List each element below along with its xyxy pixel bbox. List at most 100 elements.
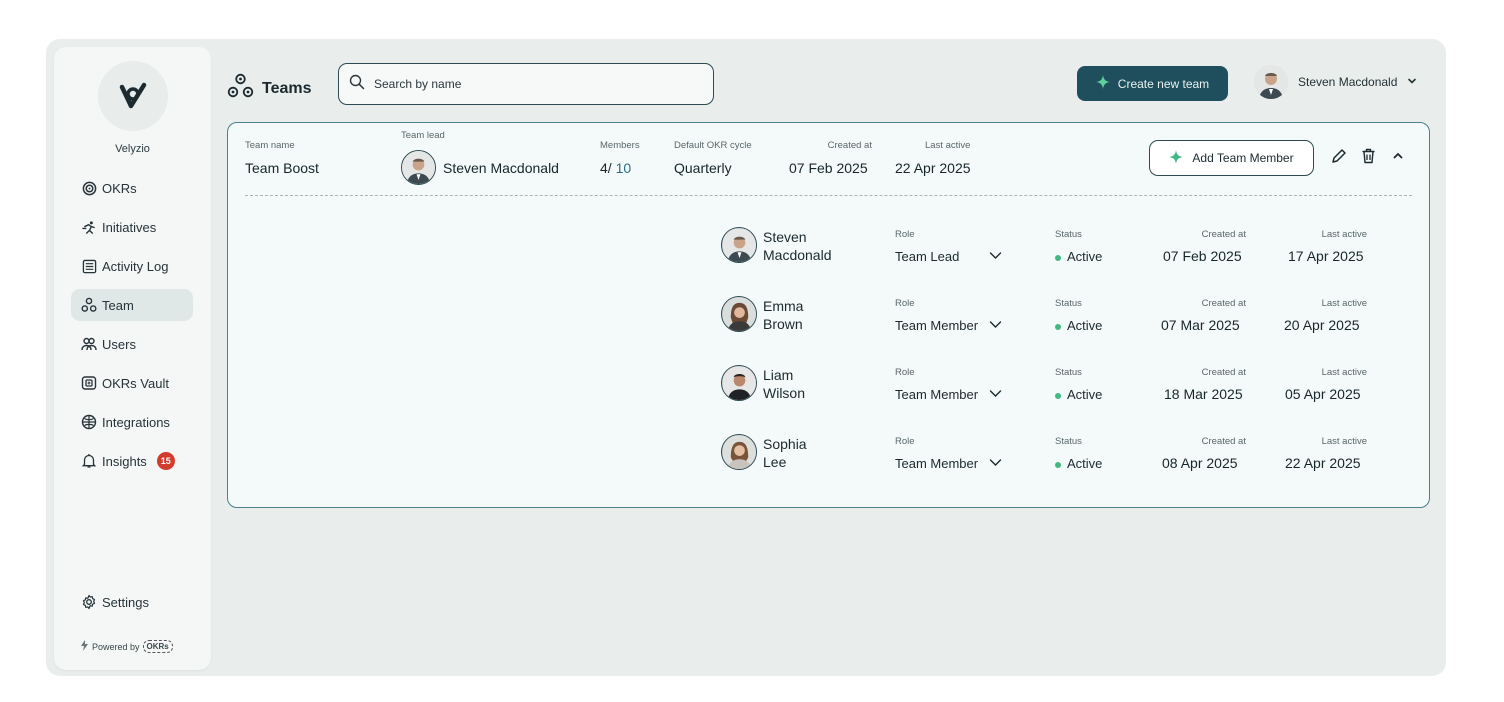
created-at-label: Created at — [1201, 367, 1246, 378]
bolt-icon — [80, 640, 89, 653]
sidebar-item-team[interactable]: Team — [71, 289, 193, 321]
sidebar-item-settings[interactable]: Settings — [71, 586, 193, 618]
member-first-name: Sophia — [763, 436, 807, 452]
member-last-active: 20 Apr 2025 — [1284, 317, 1360, 333]
target-icon — [81, 180, 97, 196]
team-card: Team name Team Boost Team lead Steven Ma… — [227, 122, 1430, 508]
role-label: Role — [895, 436, 915, 447]
edit-team-button[interactable] — [1329, 148, 1349, 168]
status-badge: Active — [1055, 387, 1102, 402]
members-count: 4/ 10 — [600, 160, 631, 176]
gear-icon — [81, 594, 97, 610]
chevron-down-icon — [989, 321, 1002, 328]
delete-team-button[interactable] — [1358, 148, 1378, 168]
last-active-label: Last active — [1321, 367, 1367, 378]
member-created-at: 07 Feb 2025 — [1163, 248, 1242, 264]
avatar — [721, 434, 757, 470]
sparkle-icon — [1169, 149, 1184, 167]
pencil-icon — [1331, 148, 1347, 169]
sidebar-item-okrs[interactable]: OKRs — [71, 172, 193, 204]
member-name: Liam Wilson — [763, 366, 873, 402]
create-new-team-button[interactable]: Create new team — [1077, 66, 1228, 101]
okr-cycle: Quarterly — [674, 160, 732, 176]
search-icon — [349, 74, 365, 95]
sidebar-item-label: Users — [102, 336, 136, 352]
sidebar-item-label: Initiatives — [102, 219, 157, 235]
last-active-label: Last active — [1321, 436, 1367, 447]
chevron-down-icon — [1407, 75, 1417, 89]
search-input[interactable] — [374, 77, 694, 91]
created-at-label: Created at — [827, 140, 872, 151]
role-label: Role — [895, 298, 915, 309]
integrations-icon — [81, 414, 97, 430]
status-label: Status — [1055, 229, 1082, 240]
list-icon — [81, 258, 97, 274]
sidebar: Velyzio OKRs Initiatives Activity Log Te… — [54, 47, 211, 670]
sidebar-item-label: OKRs Vault — [102, 375, 169, 391]
avatar — [1254, 65, 1288, 99]
role-dropdown-chevron[interactable] — [989, 318, 1002, 336]
created-at-label: Created at — [1201, 298, 1246, 309]
team-name: Team Boost — [245, 160, 319, 176]
running-icon — [81, 219, 97, 235]
member-name: Emma Brown — [763, 297, 873, 333]
avatar — [401, 150, 436, 185]
team-lead-label: Team lead — [401, 130, 445, 141]
sidebar-item-label: OKRs — [102, 180, 137, 196]
member-first-name: Liam — [763, 367, 794, 383]
status-label: Status — [1055, 298, 1082, 309]
status-badge: Active — [1055, 456, 1102, 471]
member-role: Team Member — [895, 456, 979, 471]
brand-logo[interactable] — [98, 61, 168, 131]
powered-by[interactable]: Powered by OKRs — [80, 640, 173, 653]
team-last-active: 22 Apr 2025 — [895, 160, 971, 176]
user-menu[interactable]: Steven Macdonald — [1254, 65, 1417, 99]
status-dot — [1055, 254, 1061, 261]
member-name: Sophia Lee — [763, 435, 873, 471]
search-box[interactable] — [338, 63, 714, 105]
table-row: Sophia Lee Role Team Member Status Active… — [721, 428, 1381, 480]
sidebar-item-users[interactable]: Users — [71, 328, 193, 360]
member-name: Steven Macdonald — [763, 228, 873, 264]
last-active-label: Last active — [1321, 229, 1367, 240]
last-active-label: Last active — [925, 140, 971, 151]
chevron-down-icon — [989, 390, 1002, 397]
notification-badge: 15 — [156, 452, 175, 470]
status-dot — [1055, 323, 1061, 330]
created-at-label: Created at — [1201, 229, 1246, 240]
member-role: Team Member — [895, 318, 979, 333]
team-lead-name: Steven Macdonald — [443, 160, 559, 176]
sidebar-item-insights[interactable]: Insights 15 — [71, 445, 193, 477]
okr-cycle-label: Default OKR cycle — [674, 140, 752, 151]
member-status: Active — [1067, 456, 1103, 471]
sidebar-item-initiatives[interactable]: Initiatives — [71, 211, 193, 243]
member-last-name: Wilson — [763, 385, 806, 401]
role-label: Role — [895, 367, 915, 378]
created-at-label: Created at — [1201, 436, 1246, 447]
team-created-at: 07 Feb 2025 — [789, 160, 868, 176]
role-dropdown-chevron[interactable] — [989, 249, 1002, 267]
member-last-name: Brown — [763, 316, 803, 332]
team-icon — [227, 73, 254, 104]
role-dropdown-chevron[interactable] — [989, 387, 1002, 405]
sidebar-item-activity-log[interactable]: Activity Log — [71, 250, 193, 282]
sidebar-item-integrations[interactable]: Integrations — [71, 406, 193, 438]
okrs-logo: OKRs — [142, 640, 173, 653]
team-icon — [81, 297, 97, 313]
app-window: Velyzio OKRs Initiatives Activity Log Te… — [46, 39, 1446, 676]
collapse-team-button[interactable] — [1388, 148, 1408, 168]
member-status: Active — [1067, 387, 1103, 402]
member-created-at: 08 Apr 2025 — [1162, 455, 1238, 471]
member-last-active: 22 Apr 2025 — [1285, 455, 1361, 471]
page-title-text: Teams — [262, 79, 312, 97]
chevron-down-icon — [989, 459, 1002, 466]
member-status: Active — [1067, 249, 1103, 264]
sidebar-item-okrs-vault[interactable]: OKRs Vault — [71, 367, 193, 399]
add-team-member-button[interactable]: Add Team Member — [1149, 140, 1314, 176]
bell-icon — [81, 453, 97, 469]
vault-icon — [81, 375, 97, 391]
role-dropdown-chevron[interactable] — [989, 456, 1002, 474]
team-name-label: Team name — [245, 140, 295, 151]
status-dot — [1055, 461, 1061, 468]
role-label: Role — [895, 229, 915, 240]
